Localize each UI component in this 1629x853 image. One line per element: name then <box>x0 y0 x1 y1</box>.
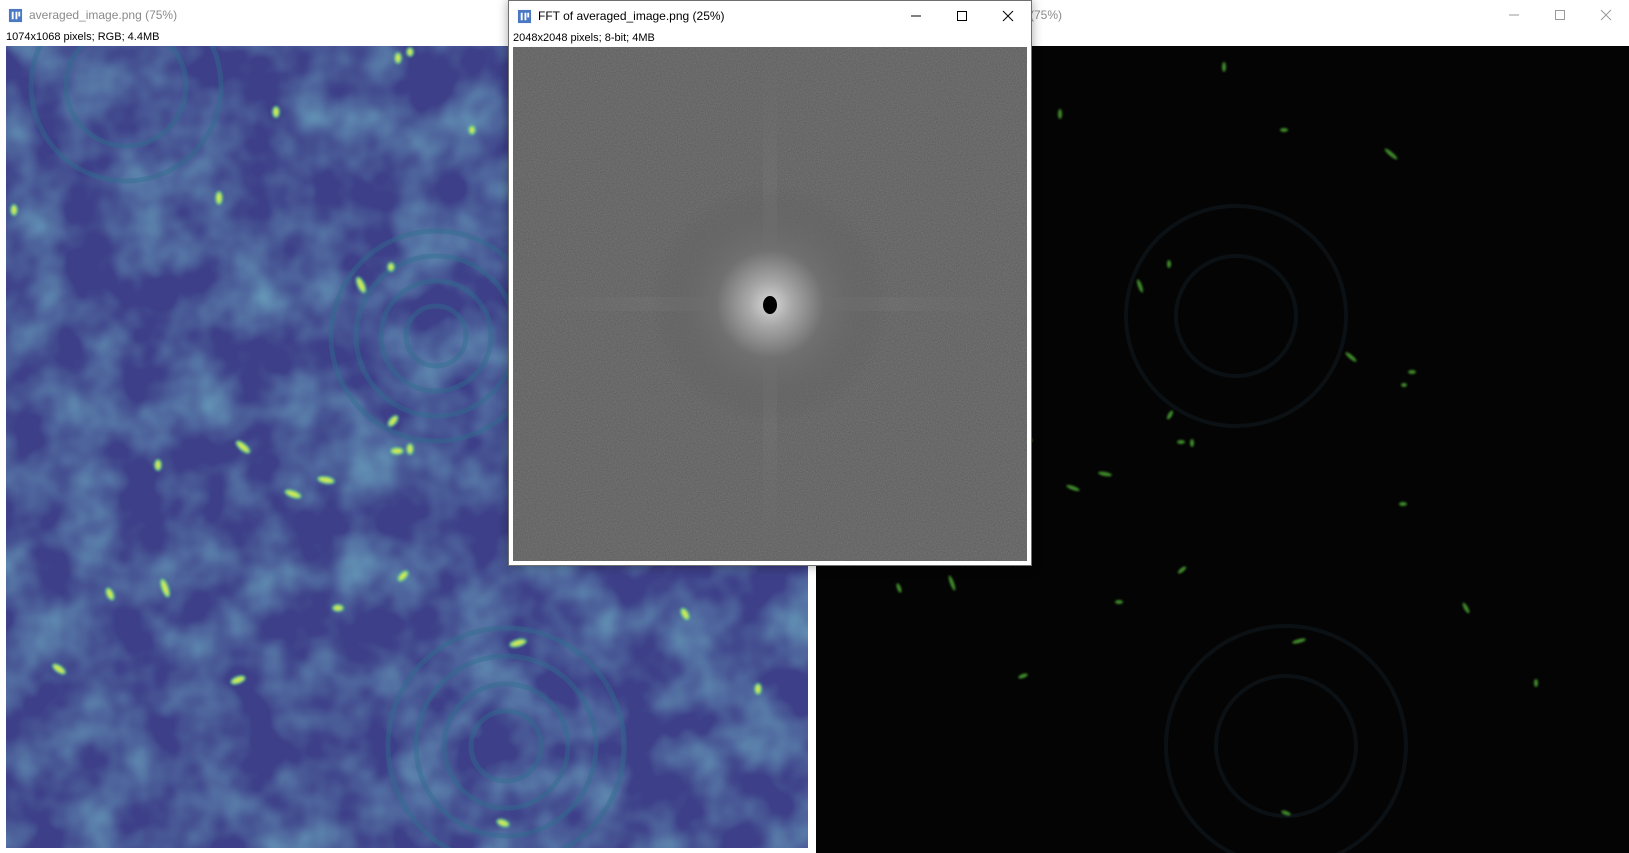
caption-buttons <box>893 1 1031 31</box>
image-info: 1074x1068 pixels; RGB; 4.4MB <box>6 31 160 43</box>
maximize-button[interactable] <box>1537 0 1583 30</box>
imagej-app-icon <box>517 9 532 23</box>
fft-spectrum-canvas[interactable] <box>513 47 1027 561</box>
close-button[interactable] <box>1583 0 1629 30</box>
maximize-button[interactable] <box>939 1 985 31</box>
minimize-icon <box>911 15 921 17</box>
maximize-icon <box>1555 10 1565 20</box>
window-title: FFT of averaged_image.png (25%) <box>538 9 725 23</box>
close-button[interactable] <box>985 1 1031 31</box>
caption-buttons <box>1491 0 1629 30</box>
image-info: 2048x2048 pixels; 8-bit; 4MB <box>513 32 655 44</box>
window-title: averaged_image.png (75%) <box>29 8 178 22</box>
minimize-button[interactable] <box>1491 0 1537 30</box>
fft-window[interactable]: FFT of averaged_image.png (25%) 2048x204… <box>508 0 1032 566</box>
maximize-icon <box>957 11 967 21</box>
close-icon <box>1002 10 1014 22</box>
imagej-app-icon <box>8 8 23 22</box>
close-icon <box>1600 9 1612 21</box>
minimize-button[interactable] <box>893 1 939 31</box>
window-title: (75%) <box>1030 8 1063 22</box>
minimize-icon <box>1509 14 1519 16</box>
